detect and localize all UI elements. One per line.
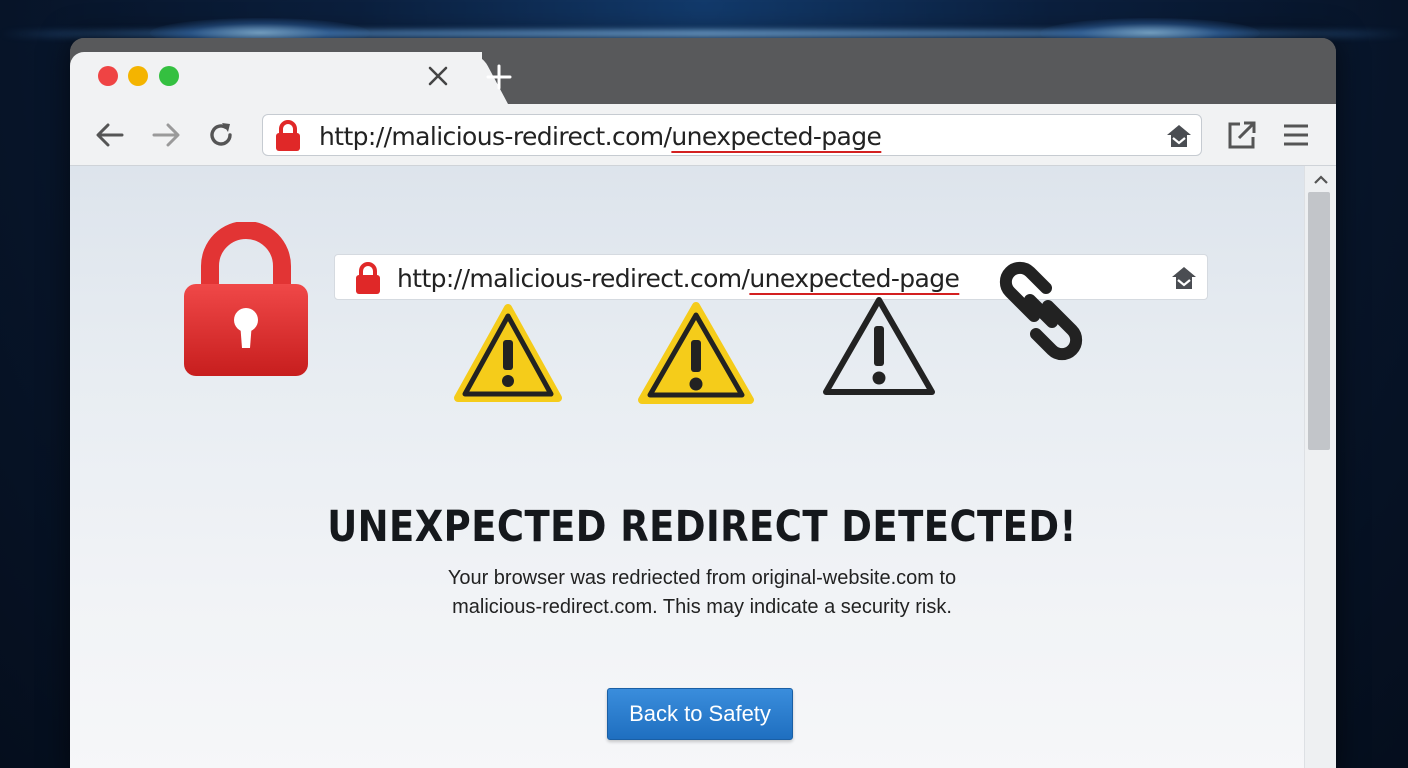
- tab-strip: [70, 38, 1336, 104]
- warning-icon: [638, 302, 754, 404]
- home-icon: [1172, 267, 1196, 289]
- url-host: http://malicious-redirect.com/: [397, 264, 750, 293]
- description-line: Your browser was redriected from origina…: [447, 567, 957, 589]
- scrollbar-thumb[interactable]: [1308, 192, 1330, 450]
- warning-icon: [454, 304, 562, 402]
- url-path: unexpected-page: [671, 122, 882, 151]
- chevron-up-icon[interactable]: [1311, 172, 1331, 188]
- window-close-button[interactable]: [98, 66, 118, 86]
- back-arrow-icon[interactable]: [94, 119, 126, 151]
- description-line: malicious-redirect.com. This may indicat…: [452, 596, 952, 618]
- chevron-down-icon[interactable]: [1311, 764, 1331, 768]
- page-title: UNEXPECTED REDIRECT DETECTED!: [327, 502, 1077, 552]
- menu-icon[interactable]: [1280, 119, 1312, 151]
- url-text: http://malicious-redirect.com/unexpected…: [397, 264, 960, 293]
- plus-icon[interactable]: [486, 64, 512, 90]
- browser-toolbar: http://malicious-redirect.com/unexpected…: [70, 104, 1336, 166]
- lock-icon: [276, 120, 300, 151]
- address-bar[interactable]: http://malicious-redirect.com/unexpected…: [262, 114, 1202, 156]
- home-icon[interactable]: [1165, 122, 1193, 150]
- share-icon[interactable]: [1226, 119, 1258, 151]
- browser-window: http://malicious-redirect.com/unexpected…: [70, 38, 1336, 768]
- chain-link-icon: [999, 261, 1083, 361]
- forward-arrow-icon[interactable]: [150, 119, 182, 151]
- window-minimize-button[interactable]: [128, 66, 148, 86]
- url-host: http://malicious-redirect.com/: [319, 122, 672, 151]
- lock-icon: [356, 262, 380, 294]
- window-maximize-button[interactable]: [159, 66, 179, 86]
- reload-icon[interactable]: [205, 119, 237, 151]
- page-content: http://malicious-redirect.com/unexpected…: [70, 166, 1304, 768]
- url-text: http://malicious-redirect.com/unexpected…: [319, 122, 882, 151]
- close-icon[interactable]: [426, 64, 450, 88]
- warning-icon: [823, 297, 935, 395]
- url-path: unexpected-page: [749, 264, 960, 293]
- vertical-scrollbar[interactable]: [1304, 166, 1336, 768]
- back-to-safety-button[interactable]: Back to Safety: [607, 688, 793, 740]
- warning-description: Your browser was redriected from origina…: [70, 564, 1304, 622]
- lock-icon: [184, 222, 308, 376]
